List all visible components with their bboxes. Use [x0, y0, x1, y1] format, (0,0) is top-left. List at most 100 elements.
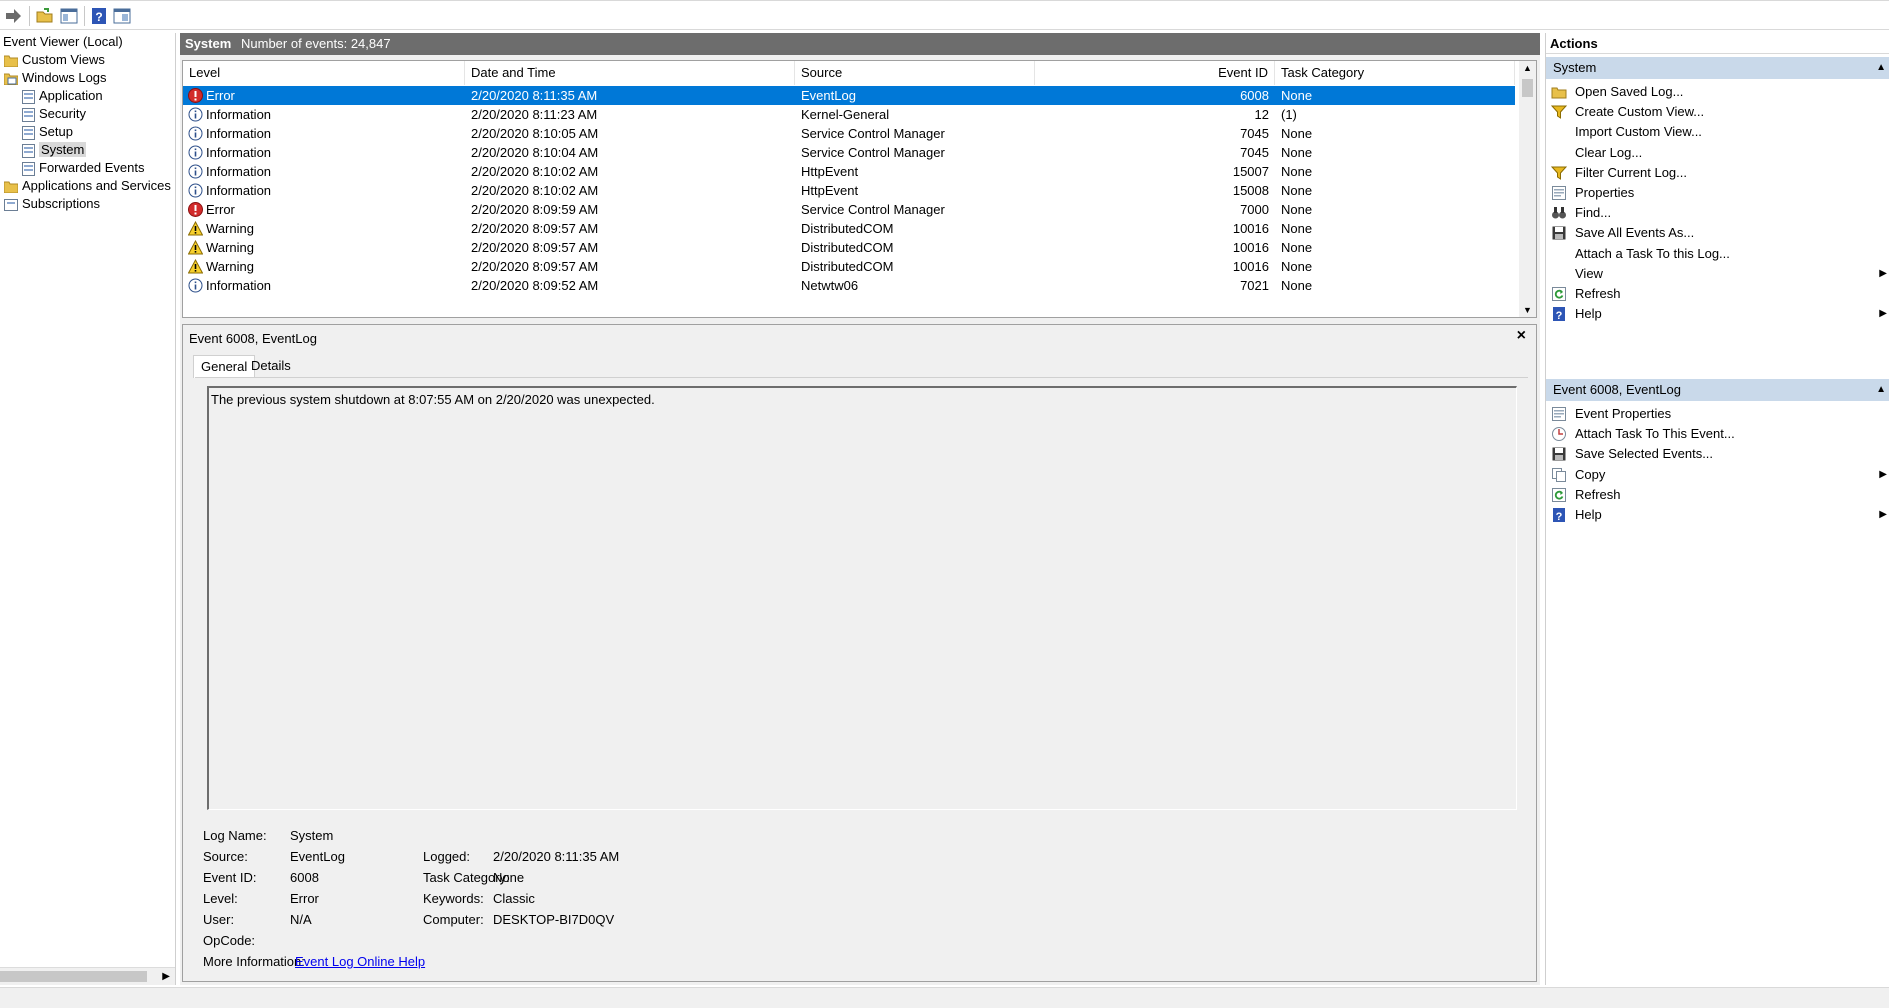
toolbar-separator — [29, 6, 30, 26]
open-folder-icon — [1551, 87, 1567, 99]
scrollbar-thumb[interactable] — [0, 971, 147, 982]
cell-source: Service Control Manager — [801, 202, 945, 217]
tree-log-setup[interactable]: Setup — [22, 123, 73, 141]
collapse-icon[interactable]: ▲ — [1876, 379, 1886, 401]
tree-root-event-viewer[interactable]: Event Viewer (Local) — [3, 33, 123, 51]
cell-task-category: None — [1281, 183, 1313, 198]
table-row[interactable]: Warning 2/20/2020 8:09:57 AM DistributedCO… — [183, 238, 1515, 257]
refresh-icon — [1552, 287, 1566, 301]
cell-event-id: 15008 — [1232, 183, 1269, 198]
tree-log-system[interactable]: System — [22, 141, 87, 159]
console-tree-icon[interactable] — [112, 6, 132, 26]
tree-log-forwarded-events[interactable]: Forwarded Events — [22, 159, 145, 177]
column-header-level[interactable]: Level — [183, 61, 465, 85]
action-save-selected-events[interactable]: Save Selected Events... — [1546, 443, 1889, 465]
column-header-date-time[interactable]: Date and Time — [465, 61, 795, 85]
column-header-task-category[interactable]: Task Category — [1275, 61, 1515, 85]
cell-task-category: (1) — [1281, 107, 1297, 122]
scroll-down-icon[interactable]: ▼ — [1523, 305, 1532, 315]
scrollbar-thumb[interactable] — [1522, 79, 1533, 97]
action-label: Copy — [1575, 466, 1606, 482]
table-row[interactable]: Information 2/20/2020 8:10:04 AM Service C… — [183, 143, 1515, 162]
cell-source: HttpEvent — [801, 183, 859, 198]
close-icon[interactable]: × — [1517, 327, 1526, 345]
scroll-right-icon[interactable]: ▶ — [162, 968, 170, 985]
event-description[interactable]: The previous system shutdown at 8:07:55 … — [207, 386, 1517, 810]
table-row[interactable]: Information 2/20/2020 8:10:05 AM Service C… — [183, 124, 1515, 143]
action-refresh[interactable]: Refresh — [1546, 484, 1889, 506]
value-source: EventLog — [290, 849, 345, 864]
cell-event-id: 10016 — [1232, 259, 1269, 274]
action-attach-a-task-to-this-log[interactable]: Attach a Task To this Log... — [1546, 243, 1889, 265]
label-source: Source: — [203, 849, 248, 864]
actions-section-system[interactable]: System ▲ — [1546, 57, 1889, 79]
column-header-event-id[interactable]: Event ID — [1035, 61, 1275, 85]
grid-vertical-scrollbar[interactable]: ▲ ▼ — [1519, 61, 1536, 317]
action-filter-current-log[interactable]: Filter Current Log... — [1546, 162, 1889, 184]
column-header-source[interactable]: Source — [795, 61, 1035, 85]
tree-applications-and-services[interactable]: Applications and Services Lo — [4, 177, 175, 195]
table-row[interactable]: Error 2/20/2020 8:09:59 AM Service Control… — [183, 200, 1515, 219]
label-computer: Computer: — [423, 912, 484, 927]
action-save-all-events-as[interactable]: Save All Events As... — [1546, 222, 1889, 244]
tree-log-application[interactable]: Application — [22, 87, 103, 105]
toolbar: ? — [0, 0, 1889, 30]
table-row[interactable]: Warning 2/20/2020 8:09:57 AM DistributedCO… — [183, 257, 1515, 276]
action-import-custom-view[interactable]: Import Custom View... — [1546, 121, 1889, 143]
action-open-saved-log[interactable]: Open Saved Log... — [1546, 81, 1889, 103]
table-row[interactable]: Warning 2/20/2020 8:09:57 AM DistributedCO… — [183, 219, 1515, 238]
action-find[interactable]: Find... — [1546, 202, 1889, 224]
action-clear-log[interactable]: Clear Log... — [1546, 142, 1889, 164]
cell-date-time: 2/20/2020 8:09:52 AM — [471, 278, 599, 293]
table-row[interactable]: Error 2/20/2020 8:11:35 AM EventLog 6008 Non… — [183, 86, 1515, 105]
action-event-properties[interactable]: Event Properties — [1546, 403, 1889, 425]
cell-date-time: 2/20/2020 8:09:59 AM — [471, 202, 599, 217]
tree-windows-logs[interactable]: Windows Logs — [4, 69, 107, 87]
tab-details[interactable]: Details — [244, 355, 298, 377]
cell-date-time: 2/20/2020 8:11:23 AM — [471, 107, 598, 122]
value-event-id: 6008 — [290, 870, 319, 885]
cell-level: Error — [206, 88, 235, 103]
cell-level: Information — [206, 145, 272, 160]
table-row[interactable]: Information 2/20/2020 8:10:02 AM HttpEvent… — [183, 162, 1515, 181]
action-create-custom-view[interactable]: Create Custom View... — [1546, 101, 1889, 123]
action-properties[interactable]: Properties — [1546, 182, 1889, 204]
label-level: Level: — [203, 891, 238, 906]
tree-log-security[interactable]: Security — [22, 105, 86, 123]
action-help[interactable]: ? Help ▶ — [1546, 504, 1889, 526]
tree-custom-views[interactable]: Custom Views — [4, 51, 105, 69]
tree-horizontal-scrollbar[interactable]: ▶ — [0, 967, 175, 985]
cell-source: EventLog — [801, 88, 856, 103]
status-bar — [0, 987, 1889, 1008]
cell-source: Netwtw06 — [801, 278, 859, 293]
log-icon — [22, 89, 35, 104]
properties-icon — [1552, 186, 1566, 200]
table-row[interactable]: Information 2/20/2020 8:09:52 AM Netwtw06 7… — [183, 276, 1515, 295]
collapse-icon[interactable]: ▲ — [1876, 57, 1886, 79]
help-icon[interactable]: ? — [89, 6, 109, 26]
event-log-online-help-link[interactable]: Event Log Online Help — [295, 954, 425, 969]
action-label: Attach a Task To this Log... — [1575, 245, 1730, 261]
scroll-up-icon[interactable]: ▲ — [1523, 63, 1532, 73]
action-help[interactable]: ? Help ▶ — [1546, 303, 1889, 325]
show-hide-icon[interactable] — [59, 6, 79, 26]
action-attach-task-to-this-event[interactable]: Attach Task To This Event... — [1546, 423, 1889, 445]
table-row[interactable]: Information 2/20/2020 8:10:02 AM HttpEvent… — [183, 181, 1515, 200]
action-label: Open Saved Log... — [1575, 84, 1684, 99]
action-label: Refresh — [1575, 286, 1621, 301]
forward-icon[interactable] — [4, 6, 24, 26]
properties-icon — [1552, 407, 1566, 421]
action-label: Find... — [1575, 205, 1612, 221]
action-refresh[interactable]: Refresh — [1546, 283, 1889, 305]
log-name: System — [185, 36, 232, 51]
cell-event-id: 7045 — [1240, 145, 1269, 160]
tree-subscriptions[interactable]: Subscriptions — [4, 195, 100, 213]
table-row[interactable]: Information 2/20/2020 8:11:23 AM Kernel-Ge… — [183, 105, 1515, 124]
actions-section-event[interactable]: Event 6008, EventLog ▲ — [1546, 379, 1889, 401]
open-folder-icon[interactable] — [35, 6, 55, 26]
action-label: Help — [1575, 306, 1602, 322]
information-icon — [188, 126, 203, 141]
console-tree: Event Viewer (Local) Custom Views Window… — [0, 33, 176, 985]
action-view[interactable]: View ▶ — [1546, 263, 1889, 285]
action-copy[interactable]: Copy ▶ — [1546, 464, 1889, 486]
